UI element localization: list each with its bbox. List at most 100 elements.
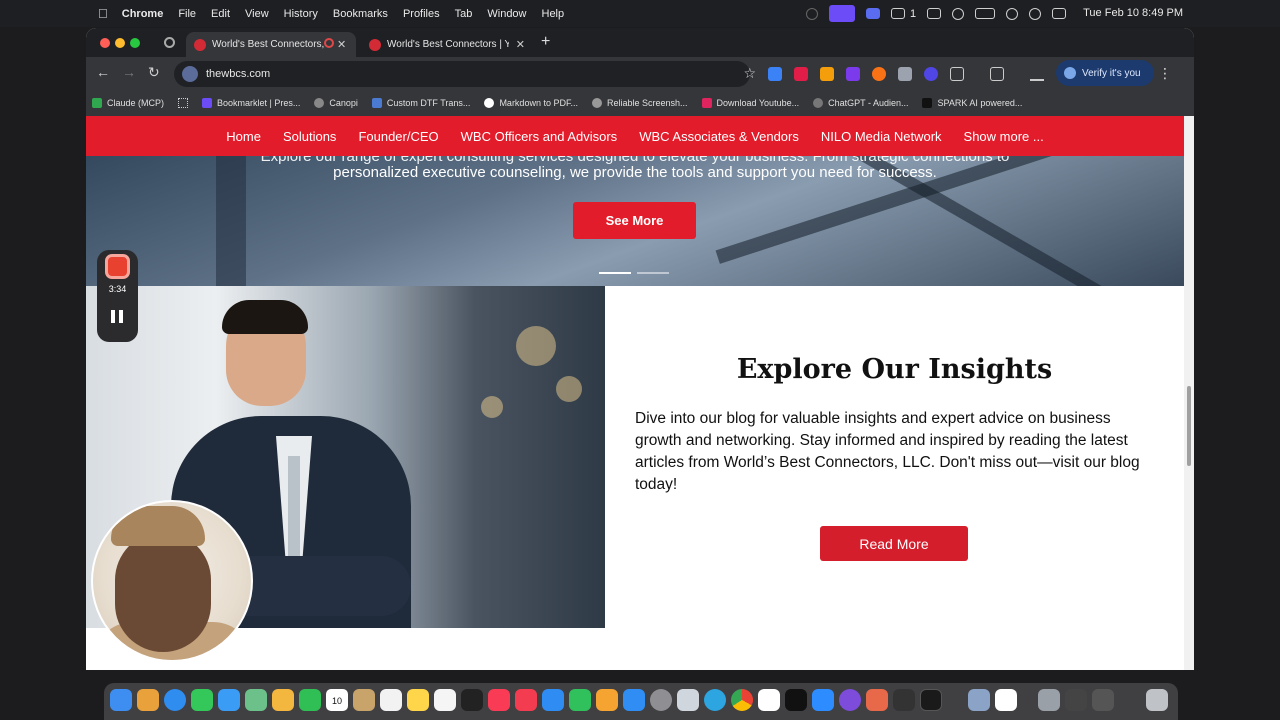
address-bar[interactable]: thewbcs.com ☆ — [174, 61, 756, 87]
stop-recording-button[interactable] — [105, 254, 130, 279]
forward-button[interactable]: → — [122, 64, 136, 80]
extension-icon-6[interactable] — [898, 67, 912, 81]
apple-menu-icon[interactable]:  — [98, 6, 108, 21]
facetime-icon[interactable] — [299, 689, 321, 711]
back-button[interactable]: ← — [96, 64, 110, 80]
maps-icon[interactable] — [245, 689, 267, 711]
read-more-button[interactable]: Read More — [820, 526, 968, 561]
bookmark-reliable-screenshot[interactable]: Reliable Screensh... — [591, 98, 688, 108]
control-center-icon[interactable] — [1052, 8, 1067, 19]
extension-icon-7[interactable] — [924, 67, 938, 81]
notes-icon[interactable] — [407, 689, 429, 711]
reminders-icon[interactable] — [380, 689, 402, 711]
terminal-icon[interactable] — [920, 689, 942, 711]
nav-officers-advisors[interactable]: WBC Officers and Advisors — [461, 129, 618, 144]
launchpad-icon[interactable] — [137, 689, 159, 711]
status-mic-icon[interactable] — [806, 7, 818, 20]
numbers-icon[interactable] — [569, 689, 591, 711]
screen-recorder-status-icon[interactable] — [829, 5, 855, 22]
chrome-icon[interactable] — [731, 689, 753, 711]
extension-icon-5[interactable] — [872, 67, 886, 81]
menu-bookmarks[interactable]: Bookmarks — [333, 8, 388, 20]
slider-dot[interactable] — [637, 272, 669, 274]
minimize-window-button[interactable] — [115, 38, 125, 48]
zoom-icon[interactable] — [812, 689, 834, 711]
nav-associates-vendors[interactable]: WBC Associates & Vendors — [639, 129, 799, 144]
apple-tv-icon[interactable] — [461, 689, 483, 711]
preview-icon[interactable] — [677, 689, 699, 711]
system-settings-icon[interactable] — [650, 689, 672, 711]
menu-help[interactable]: Help — [542, 8, 565, 20]
url-text[interactable]: thewbcs.com — [206, 68, 270, 80]
nav-show-more[interactable]: Show more ... — [964, 129, 1044, 144]
zoom-window-button[interactable] — [130, 38, 140, 48]
news-icon[interactable] — [515, 689, 537, 711]
bookmark-custom-dtf[interactable]: Custom DTF Trans... — [371, 98, 470, 108]
bookmark-star-icon[interactable]: ☆ — [743, 65, 756, 82]
side-panel-icon[interactable] — [990, 67, 1004, 81]
menu-edit[interactable]: Edit — [211, 8, 230, 20]
bookmark-spark-ai[interactable]: SPARK AI powered... — [922, 98, 1022, 108]
bookmark-chatgpt[interactable]: ChatGPT - Audien... — [813, 98, 908, 108]
bookmark-canopi[interactable]: Canopi — [314, 98, 358, 108]
reload-button[interactable]: ↻ — [148, 64, 160, 81]
recent-document-icon[interactable] — [1038, 689, 1060, 711]
keynote-icon[interactable] — [542, 689, 564, 711]
close-window-button[interactable] — [100, 38, 110, 48]
capcut-icon[interactable] — [785, 689, 807, 711]
github-icon[interactable] — [839, 689, 861, 711]
mail-icon[interactable] — [218, 689, 240, 711]
page-scrollbar[interactable] — [1184, 116, 1194, 670]
menu-file[interactable]: File — [178, 8, 196, 20]
bookmark-bookmarklet[interactable]: Bookmarklet | Pres... — [202, 98, 300, 108]
wifi-icon[interactable] — [1006, 7, 1019, 20]
download-icon[interactable] — [1030, 67, 1044, 81]
ollama-icon[interactable] — [995, 689, 1017, 711]
calendar-icon[interactable]: 10 — [326, 689, 348, 711]
menu-window[interactable]: Window — [487, 8, 526, 20]
menu-view[interactable]: View — [245, 8, 269, 20]
bookmark-markdown-to-pdf[interactable]: Markdown to PDF... — [484, 98, 578, 108]
extension-icon-2[interactable] — [794, 67, 808, 81]
webcam-bubble[interactable] — [91, 500, 253, 662]
tab-worlds-best-connectors-2[interactable]: World's Best Connectors | Yo ✕ — [361, 32, 533, 57]
notifications-status-icon[interactable] — [891, 8, 905, 19]
safari-icon[interactable] — [164, 689, 186, 711]
pause-recording-icon[interactable] — [111, 310, 124, 323]
menu-tab[interactable]: Tab — [455, 8, 473, 20]
zoom-status-icon[interactable] — [866, 8, 880, 19]
battery-icon[interactable] — [975, 8, 996, 19]
new-tab-button[interactable]: + — [541, 33, 550, 51]
telegram-icon[interactable] — [704, 689, 726, 711]
cube-app-icon[interactable] — [893, 689, 915, 711]
bookmark-claude-mcp[interactable]: Claude (MCP) — [92, 98, 164, 108]
menu-history[interactable]: History — [284, 8, 318, 20]
pages-icon[interactable] — [596, 689, 618, 711]
profile-verify-button[interactable]: Verify it's you — [1056, 60, 1154, 86]
claude-icon[interactable] — [866, 689, 888, 711]
chrome-menu-icon[interactable]: ⋮ — [1158, 65, 1172, 82]
menu-profiles[interactable]: Profiles — [403, 8, 440, 20]
slack-icon[interactable] — [758, 689, 780, 711]
finder-icon[interactable] — [110, 689, 132, 711]
slider-dot-active[interactable] — [599, 272, 631, 274]
spotlight-search-icon[interactable] — [1029, 7, 1042, 20]
extension-icon-4[interactable] — [846, 67, 860, 81]
menubar-clock[interactable]: Tue Feb 10 8:49 PM — [1083, 7, 1183, 19]
bookmark-download-youtube[interactable]: Download Youtube... — [701, 98, 799, 108]
music-icon[interactable] — [488, 689, 510, 711]
extension-icon-3[interactable] — [820, 67, 834, 81]
extension-icon-1[interactable] — [768, 67, 782, 81]
messages-icon[interactable] — [191, 689, 213, 711]
trash-icon[interactable] — [1146, 689, 1168, 711]
close-tab-icon[interactable]: ✕ — [516, 38, 525, 51]
finder-window-icon[interactable] — [968, 689, 990, 711]
see-more-button[interactable]: See More — [573, 202, 696, 239]
menu-app-name[interactable]: Chrome — [122, 8, 164, 20]
notes-app-icon[interactable] — [353, 689, 375, 711]
nav-solutions[interactable]: Solutions — [283, 129, 336, 144]
ollama-status-icon[interactable] — [927, 8, 942, 19]
nav-home[interactable]: Home — [226, 129, 261, 144]
apps-grid-icon[interactable] — [178, 98, 189, 108]
play-status-icon[interactable] — [952, 7, 965, 20]
